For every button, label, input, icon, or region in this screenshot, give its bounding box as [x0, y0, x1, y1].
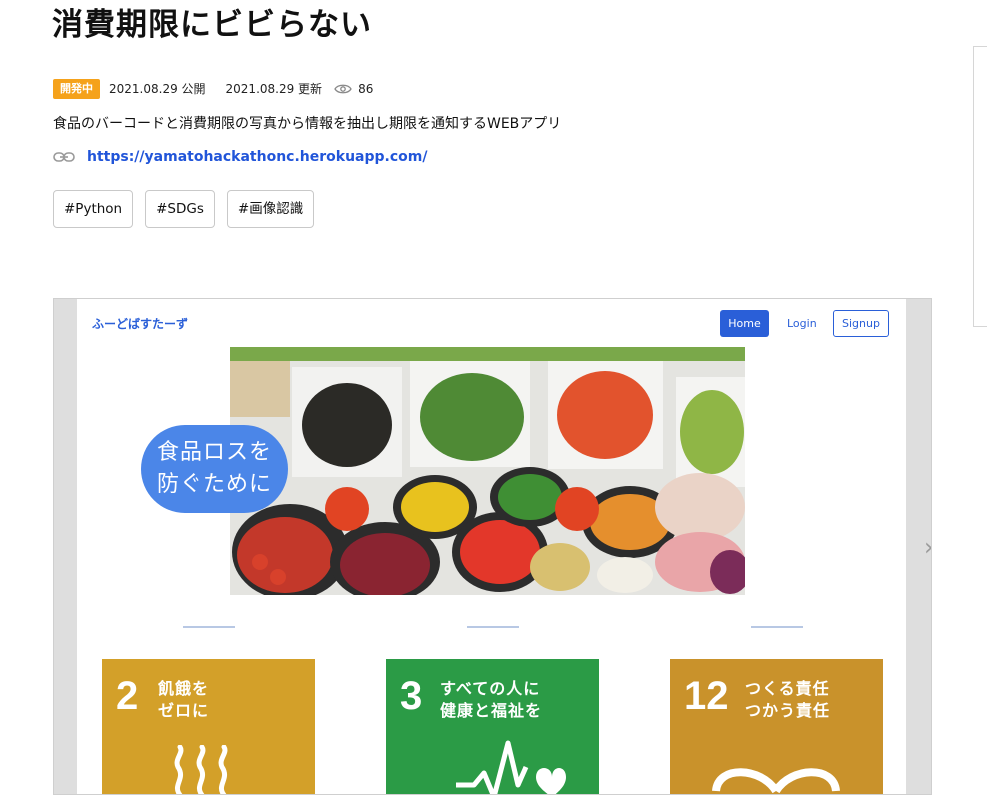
link-icon — [53, 152, 75, 162]
hero-caption-line-2: 防ぐために — [157, 472, 273, 497]
steaming-bowl-icon — [174, 745, 228, 794]
sdg-goal-text: つくる責任 つかう責任 — [745, 678, 830, 722]
sdg-card-12: 12 つくる責任 つかう責任 — [670, 659, 883, 794]
sdg-number: 2 — [116, 674, 139, 718]
status-badge: 開発中 — [53, 78, 100, 99]
tag-sdgs[interactable]: #SDGs — [145, 190, 215, 228]
preview-home-button: Home — [720, 310, 769, 337]
hero-food-image — [230, 347, 745, 595]
link-row: https://yamatohackathonc.herokuapp.com/ — [53, 146, 427, 168]
hero-caption-bubble: 食品ロスを 防ぐために — [141, 425, 288, 513]
sdg-goal-line: 飢餓を — [158, 679, 210, 698]
tag-python[interactable]: #Python — [53, 190, 134, 228]
preview-signup-button: Signup — [833, 310, 889, 337]
hero-caption-line-1: 食品ロスを — [157, 440, 273, 465]
carousel-next-icon: › — [924, 533, 931, 561]
sdg-goal-line: つくる責任 — [745, 679, 830, 698]
project-url-link[interactable]: https://yamatohackathonc.herokuapp.com/ — [87, 149, 427, 165]
meta-row: 開発中 2021.08.29 公開 2021.08.29 更新 86 — [53, 78, 373, 99]
project-description: 食品のバーコードと消費期限の写真から情報を抽出し期限を通知するWEBアプリ — [53, 116, 562, 132]
published-date: 2021.08.29 公開 — [109, 82, 206, 96]
salad-bar-illustration — [230, 347, 745, 595]
sdg-number: 3 — [400, 674, 423, 718]
carousel-indicator — [751, 626, 803, 628]
carousel-indicator — [183, 626, 235, 628]
app-preview-image[interactable]: ふーどばすたーず Home Login Signup 食品ロスを 防ぐために 2… — [53, 298, 932, 795]
infinity-loop-icon — [712, 768, 840, 794]
sdg-goal-line: すべての人に — [440, 679, 541, 698]
sdg-goal-line: 健康と福祉を — [440, 701, 543, 720]
sdg-card-2: 2 飢餓を ゼロに — [102, 659, 315, 794]
sdg-card-3: 3 すべての人に 健康と福祉を — [386, 659, 599, 794]
preview-login-link: Login — [787, 317, 817, 330]
sdg-goal-text: 飢餓を ゼロに — [158, 678, 209, 722]
carousel-indicator — [467, 626, 519, 628]
sdg-goal-line: ゼロに — [158, 701, 210, 720]
sdg-goal-line: つかう責任 — [745, 701, 831, 720]
updated-date: 2021.08.29 更新 — [225, 82, 323, 96]
side-panel-frame — [973, 46, 987, 327]
heartbeat-icon — [456, 740, 566, 794]
view-count: 86 — [358, 81, 374, 96]
tag-image-recognition[interactable]: #画像認識 — [226, 190, 315, 228]
eye-icon — [334, 84, 352, 93]
preview-page: ふーどばすたーず Home Login Signup 食品ロスを 防ぐために 2… — [77, 299, 931, 794]
sdg-goal-text: すべての人に 健康と福祉を — [440, 678, 542, 722]
tag-list: #Python #SDGs #画像認識 — [53, 190, 326, 228]
sdg-number: 12 — [684, 674, 729, 718]
page-title: 消費期限にビビらない — [52, 7, 372, 43]
preview-brand: ふーどばすたーず — [92, 317, 189, 331]
